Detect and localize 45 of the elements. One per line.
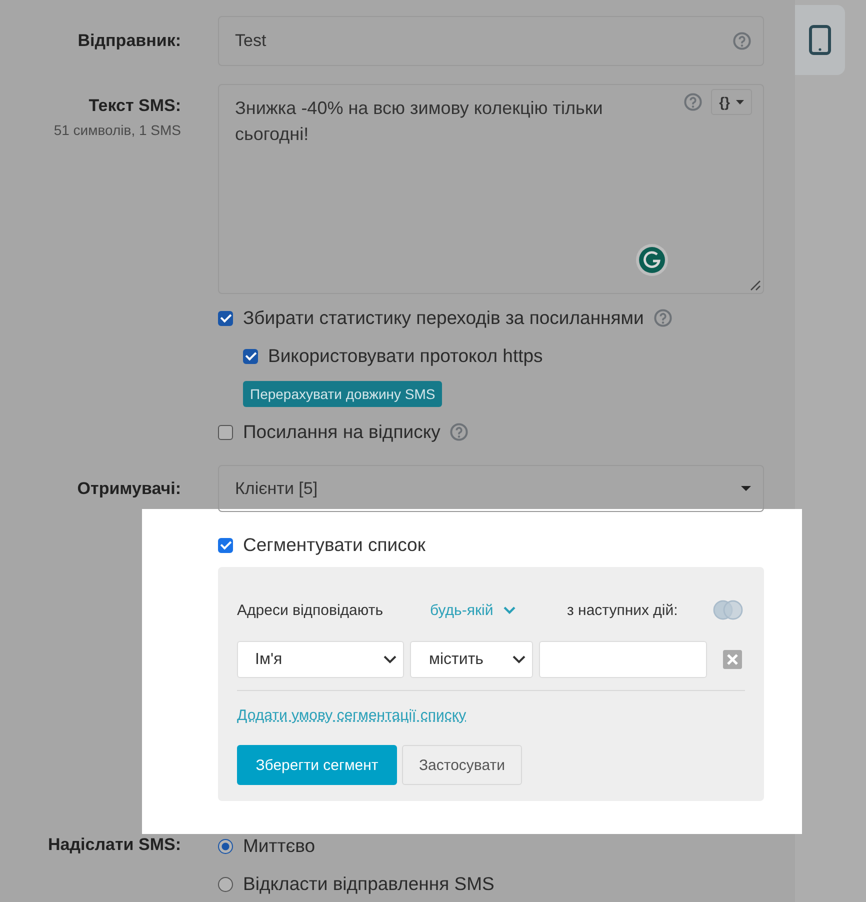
condition-operator-select[interactable]: містить <box>410 641 533 678</box>
recipients-select[interactable]: Клієнти [5] <box>218 465 764 512</box>
match-label: Адреси відповідають <box>237 602 384 618</box>
radio-button[interactable] <box>218 838 233 854</box>
add-condition-link[interactable]: Додати умову сегментації списку <box>237 707 466 724</box>
recalculate-button[interactable]: Перерахувати довжину SMS <box>243 381 442 407</box>
chevron-icon <box>512 655 526 664</box>
option-label: Миттєво <box>243 835 316 857</box>
condition-value-input[interactable] <box>539 641 707 678</box>
chevron-icon <box>503 606 516 614</box>
condition-field-select[interactable]: Ім'я <box>237 641 404 678</box>
character-counter: 51 символів, 1 SMS <box>54 122 181 138</box>
tablet-view-button[interactable] <box>795 5 845 75</box>
grammar-assistant-icon[interactable] <box>635 243 669 277</box>
match-dropdown[interactable]: будь-якій <box>430 602 567 618</box>
field-label: Текст SMS: <box>88 96 181 116</box>
tablet-icon <box>809 25 831 55</box>
option-label: Використовувати протокол https <box>268 345 543 367</box>
match-suffix: з наступних дій: <box>567 602 679 618</box>
option-label: Сегментувати список <box>243 534 426 556</box>
field-label: Отримувачі: <box>77 478 181 498</box>
option-label: Збирати статистику переходів за посиланнями <box>243 307 644 329</box>
sms-text-area[interactable]: Знижка -40% на всю зимову колекцію тільки сьогодні! {} <box>218 84 764 294</box>
chevron-icon <box>383 655 397 664</box>
help-icon[interactable] <box>733 32 751 50</box>
help-icon[interactable] <box>654 309 672 327</box>
sender-field[interactable]: Test <box>218 16 764 66</box>
save-segment-button[interactable]: Зберегти сегмент <box>237 745 397 785</box>
radio-button[interactable] <box>218 876 233 892</box>
help-icon[interactable] <box>450 423 468 441</box>
checkbox[interactable] <box>218 424 233 440</box>
apply-button[interactable]: Застосувати <box>402 745 522 785</box>
variables-button[interactable]: {} <box>711 89 752 115</box>
option-label: Посилання на відписку <box>243 421 440 443</box>
resize-handle-icon[interactable] <box>749 279 761 291</box>
field-label: Відправник: <box>78 31 181 51</box>
option-label: Відкласти відправлення SMS <box>243 873 494 895</box>
help-icon[interactable] <box>684 93 702 111</box>
checkbox[interactable] <box>243 348 258 364</box>
field-label: Надіслати SMS: <box>48 835 181 855</box>
checkbox[interactable] <box>218 310 233 326</box>
caret-icon <box>741 486 751 491</box>
caret-icon <box>736 100 744 104</box>
checkbox[interactable] <box>218 538 233 552</box>
close-icon[interactable] <box>723 650 742 669</box>
